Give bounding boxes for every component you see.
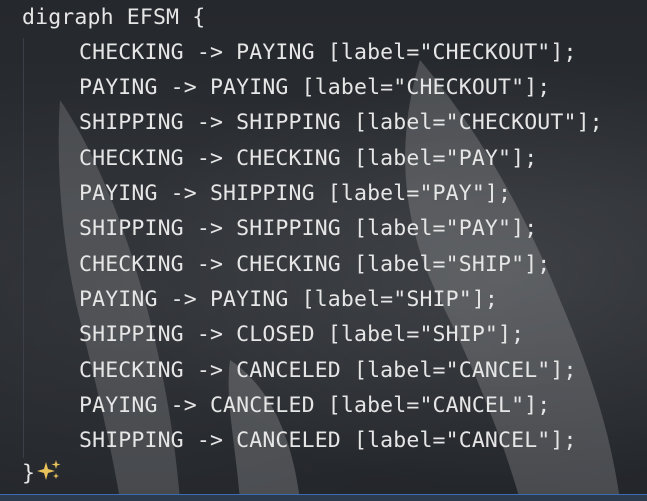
code-line: PAYING -> PAYING [label="CHECKOUT"]; xyxy=(79,75,551,100)
code-line: CHECKING -> PAYING [label="CHECKOUT"]; xyxy=(79,40,577,65)
code-editor[interactable]: digraph EFSM { CHECKING -> PAYING [label… xyxy=(0,0,647,501)
code-line: PAYING -> SHIPPING [label="PAY"]; xyxy=(79,181,512,206)
code-line: PAYING -> PAYING [label="SHIP"]; xyxy=(79,287,499,312)
code-line: SHIPPING -> SHIPPING [label="PAY"]; xyxy=(79,216,538,241)
code-line: SHIPPING -> CANCELED [label="CANCEL"]; xyxy=(79,428,577,453)
code-line-header: digraph EFSM { xyxy=(22,5,206,30)
code-line: CHECKING -> CHECKING [label="SHIP"]; xyxy=(79,252,551,277)
indent-guide xyxy=(23,38,24,458)
code-line: SHIPPING -> SHIPPING [label="CHECKOUT"]; xyxy=(79,110,603,135)
code-line: SHIPPING -> CLOSED [label="SHIP"]; xyxy=(79,322,525,347)
code-line: CHECKING -> CHECKING [label="PAY"]; xyxy=(79,146,538,171)
code-line: CHECKING -> CANCELED [label="CANCEL"]; xyxy=(79,358,577,383)
status-bar xyxy=(0,494,647,501)
code-line-footer: } xyxy=(22,461,35,486)
code-line: PAYING -> CANCELED [label="CANCEL"]; xyxy=(79,393,551,418)
sparkle-icon[interactable] xyxy=(37,459,63,485)
